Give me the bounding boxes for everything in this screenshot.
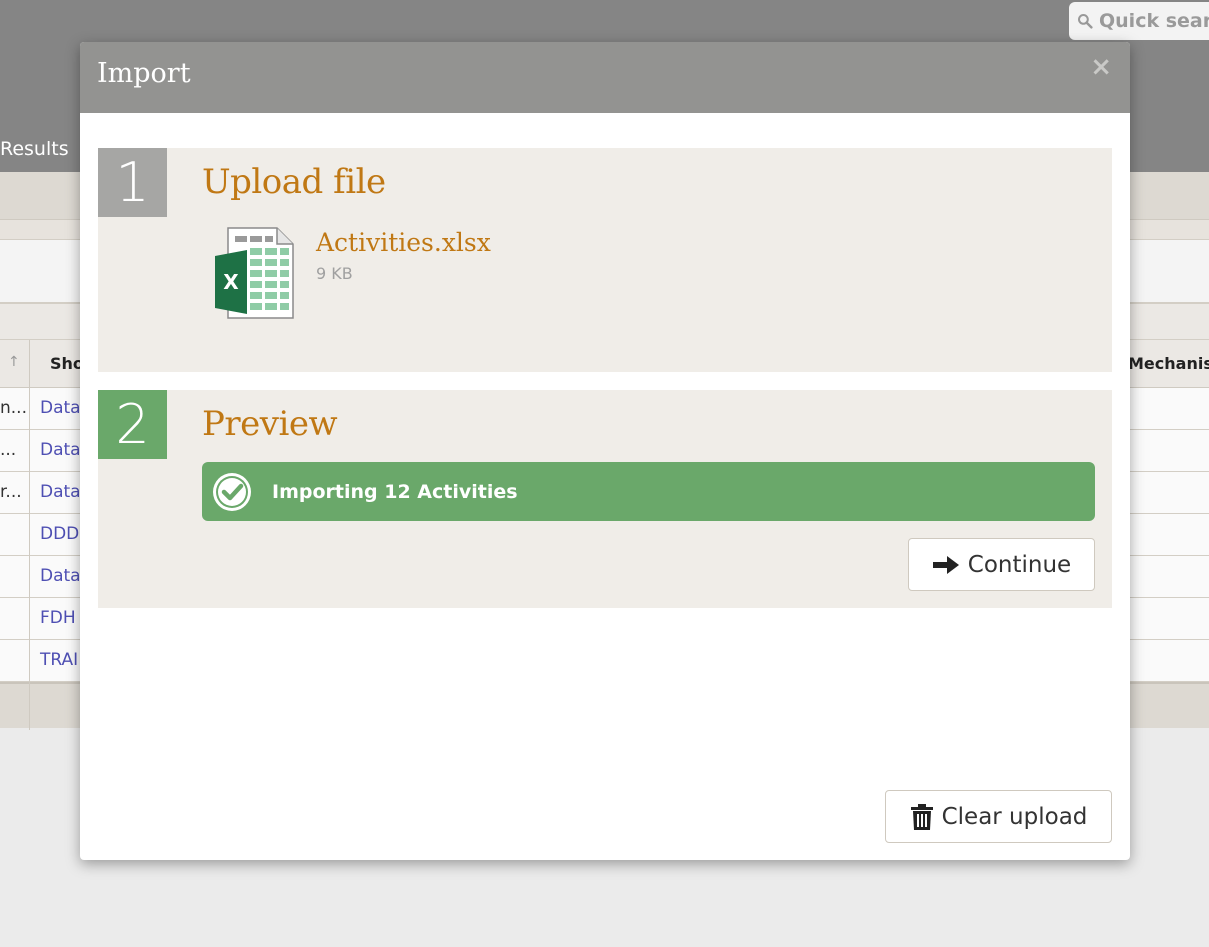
svg-text:X: X — [223, 270, 239, 294]
tab-results[interactable]: Results — [0, 138, 69, 160]
dialog-title: Import — [97, 58, 191, 89]
step-title: Preview — [202, 404, 338, 444]
import-dialog: Import × 1 Upload file X Activities.xlsx… — [80, 42, 1130, 860]
search-icon — [1078, 13, 1093, 29]
continue-button[interactable]: Continue — [908, 538, 1095, 591]
continue-button-label: Continue — [967, 551, 1072, 578]
cell-link[interactable]: TRAI — [40, 650, 78, 670]
cell-link[interactable]: Data — [40, 398, 81, 418]
clear-upload-label: Clear upload — [941, 803, 1088, 830]
cell: n... — [0, 398, 27, 418]
import-status-text: Importing 12 Activities — [272, 480, 518, 503]
uploaded-file-name: Activities.xlsx — [316, 228, 491, 257]
excel-file-icon: X — [215, 227, 294, 319]
uploaded-file-size: 9 KB — [316, 264, 353, 283]
clear-upload-button[interactable]: Clear upload — [885, 790, 1112, 843]
cell-link[interactable]: DDD — [40, 524, 79, 544]
step-upload-file: 1 Upload file X Activities.xlsx 9 KB — [98, 148, 1112, 372]
dialog-header: Import × — [80, 42, 1130, 113]
step-number: 2 — [98, 390, 167, 459]
page-title: e — [0, 58, 1, 102]
close-icon[interactable]: × — [1090, 54, 1112, 80]
step-title: Upload file — [202, 162, 386, 202]
step-number: 1 — [98, 148, 167, 217]
column-header-mechanism[interactable]: Mechanism — [1128, 354, 1209, 373]
import-status-banner: Importing 12 Activities — [202, 462, 1095, 521]
cell-link[interactable]: FDH — [40, 608, 76, 628]
quick-search[interactable] — [1069, 2, 1209, 40]
step-preview: 2 Preview Importing 12 Activities Contin… — [98, 390, 1112, 608]
cell-link[interactable]: Data — [40, 566, 81, 586]
sort-up-icon[interactable]: ↑ — [8, 354, 20, 370]
arrow-right-icon — [932, 555, 959, 574]
cell-link[interactable]: Data — [40, 482, 81, 502]
cell: r... — [0, 482, 22, 502]
quick-search-input[interactable] — [1099, 10, 1209, 32]
cell: ... — [0, 440, 17, 460]
cell-link[interactable]: Data — [40, 440, 81, 460]
check-circle-icon — [213, 472, 251, 511]
column-divider — [29, 340, 30, 730]
trash-icon — [910, 803, 933, 830]
